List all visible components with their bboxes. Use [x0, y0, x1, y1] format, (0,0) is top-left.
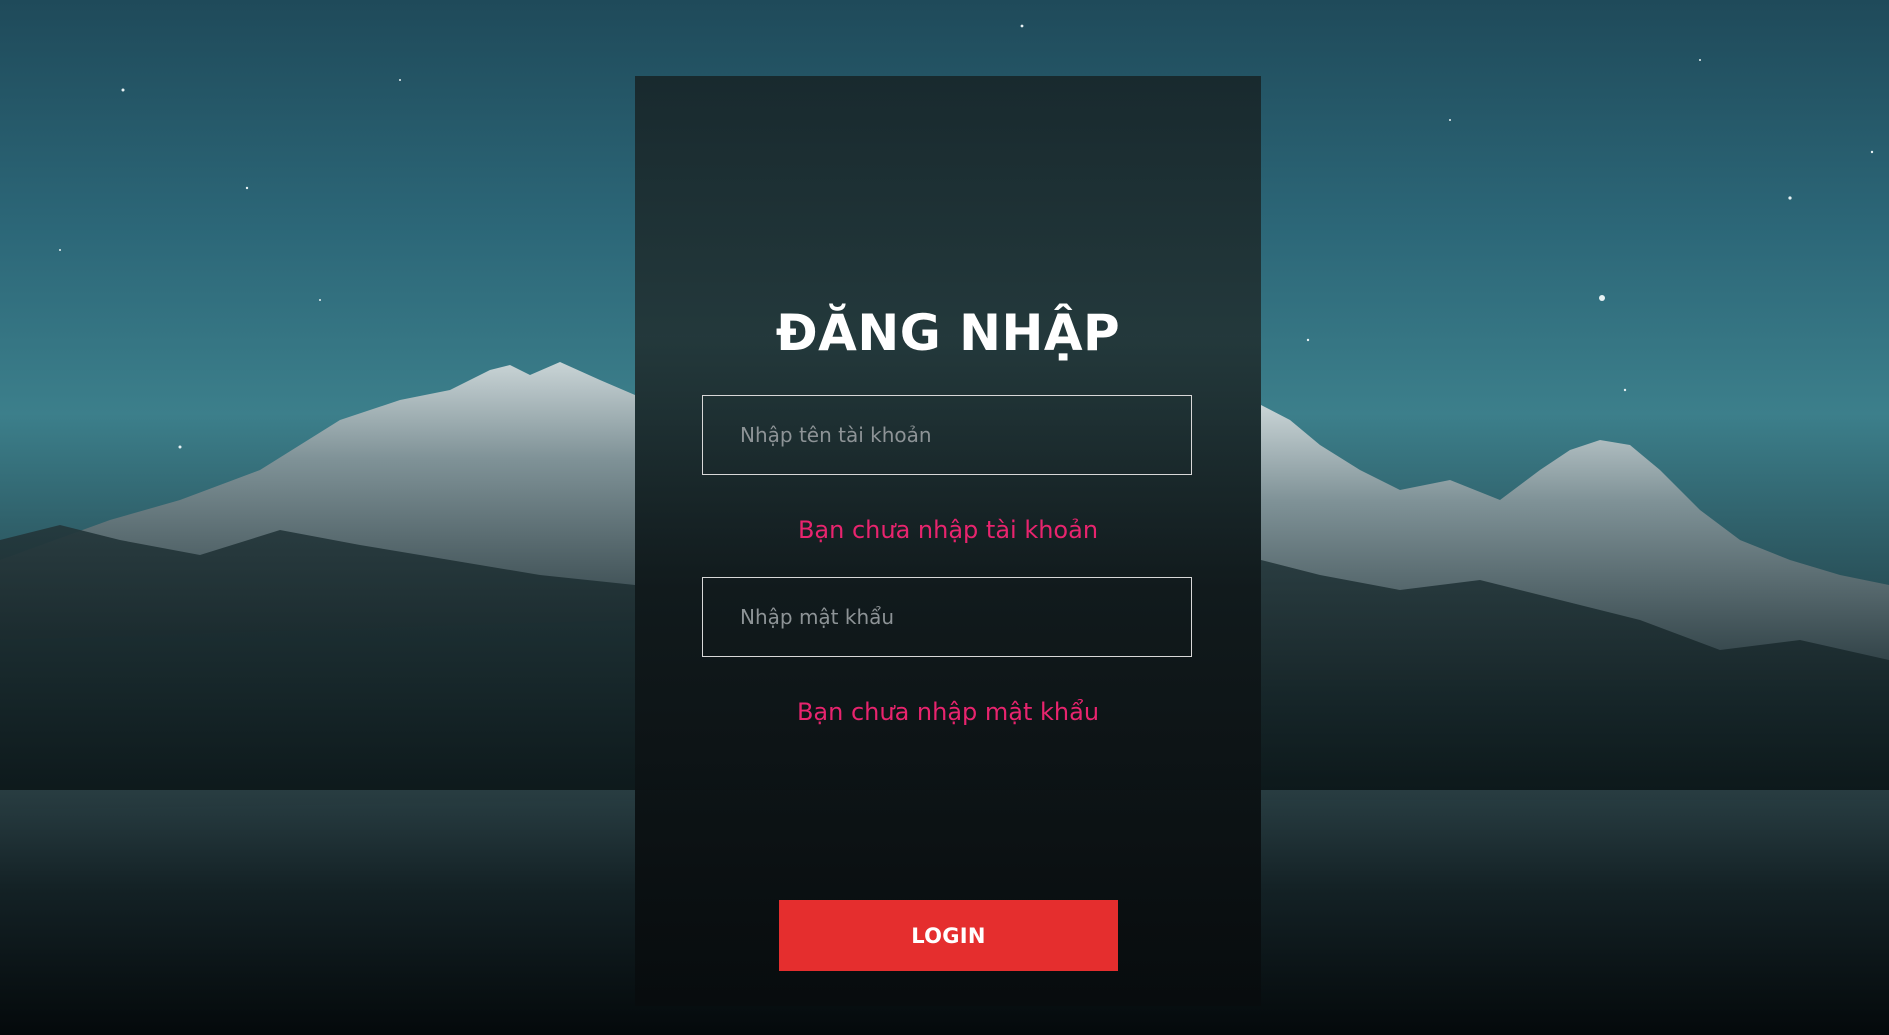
password-input[interactable]: [702, 577, 1192, 657]
login-button[interactable]: LOGIN: [779, 900, 1118, 971]
username-input[interactable]: [702, 395, 1192, 475]
password-error-message: Bạn chưa nhập mật khẩu: [796, 698, 1100, 726]
username-error-message: Bạn chưa nhập tài khoản: [797, 516, 1099, 544]
login-title: ĐĂNG NHẬP: [775, 304, 1121, 362]
background-scene: ĐĂNG NHẬP Bạn chưa nhập tài khoản Bạn ch…: [0, 0, 1889, 1035]
login-card: ĐĂNG NHẬP Bạn chưa nhập tài khoản Bạn ch…: [635, 76, 1261, 1006]
